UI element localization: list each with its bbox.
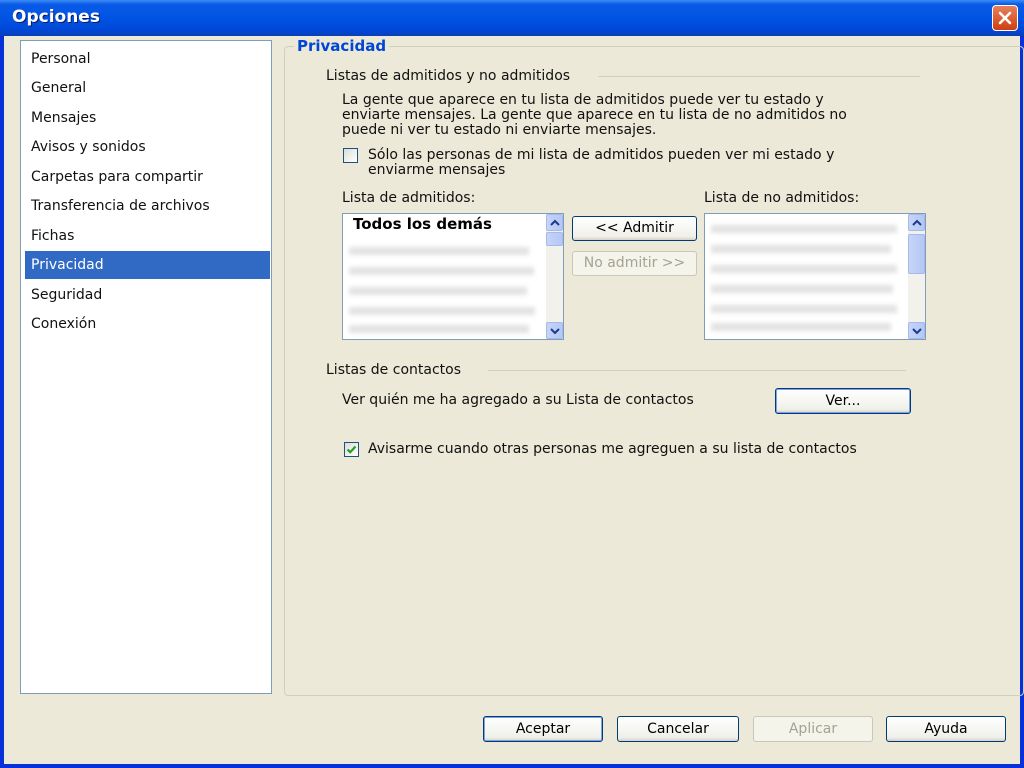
sidebar-item-transferencia[interactable]: Transferencia de archivos xyxy=(25,192,270,220)
sidebar-item-general[interactable]: General xyxy=(25,74,270,102)
allow-list-label: Lista de admitidos: xyxy=(342,190,476,206)
allow-block-group-title: Listas de admitidos y no admitidos xyxy=(326,68,571,84)
list-item[interactable] xyxy=(711,322,891,332)
sidebar-item-personal[interactable]: Personal xyxy=(25,45,270,73)
scroll-up-button[interactable] xyxy=(908,214,925,231)
sidebar-item-fichas[interactable]: Fichas xyxy=(25,222,270,250)
sidebar-item-conexion[interactable]: Conexión xyxy=(25,310,270,338)
only-allowed-label-2: enviarme mensajes xyxy=(368,162,506,178)
close-button[interactable] xyxy=(992,5,1018,31)
list-item[interactable] xyxy=(711,224,897,234)
view-added-text: Ver quién me ha agregado a su Lista de c… xyxy=(342,392,694,408)
apply-button[interactable]: Aplicar xyxy=(753,716,873,742)
chevron-up-icon xyxy=(550,219,560,226)
group-divider xyxy=(598,76,920,77)
notify-checkbox[interactable] xyxy=(344,442,359,457)
group-divider xyxy=(488,370,906,371)
close-icon xyxy=(998,11,1012,25)
scroll-down-button[interactable] xyxy=(908,322,925,339)
panel-title: Privacidad xyxy=(294,37,390,55)
chevron-down-icon xyxy=(912,328,922,335)
help-button[interactable]: Ayuda xyxy=(886,716,1006,742)
list-item[interactable] xyxy=(349,286,527,296)
allow-list-scrollbar[interactable] xyxy=(546,214,563,339)
list-item[interactable] xyxy=(349,324,529,334)
scroll-thumb[interactable] xyxy=(546,232,563,246)
notify-label: Avisarme cuando otras personas me agregu… xyxy=(368,441,857,457)
description-line-1: La gente que aparece en tu lista de admi… xyxy=(342,92,824,108)
allow-button[interactable]: << Admitir xyxy=(572,216,697,241)
sidebar-item-privacidad[interactable]: Privacidad xyxy=(25,251,270,279)
view-button[interactable]: Ver... xyxy=(775,388,911,414)
list-item[interactable] xyxy=(711,304,897,314)
description-line-2: enviarte mensajes. La gente que aparece … xyxy=(342,107,847,123)
cancel-button[interactable]: Cancelar xyxy=(617,716,739,742)
sidebar-item-carpetas[interactable]: Carpetas para compartir xyxy=(25,163,270,191)
allow-list-item[interactable]: Todos los demás xyxy=(353,215,492,233)
description-line-3: puede ni ver tu estado ni enviarte mensa… xyxy=(342,122,657,138)
only-allowed-label-1: Sólo las personas de mi lista de admitid… xyxy=(368,147,835,163)
list-item[interactable] xyxy=(711,284,893,294)
allow-list[interactable]: Todos los demás xyxy=(342,213,564,340)
list-item[interactable] xyxy=(711,244,891,254)
list-item[interactable] xyxy=(349,306,535,316)
scroll-thumb[interactable] xyxy=(908,234,925,274)
chevron-down-icon xyxy=(550,328,560,335)
contacts-group-title: Listas de contactos xyxy=(326,362,461,378)
chevron-up-icon xyxy=(912,219,922,226)
ok-button[interactable]: Aceptar xyxy=(483,716,603,742)
scroll-up-button[interactable] xyxy=(546,214,563,231)
list-item[interactable] xyxy=(349,266,534,276)
title-bar[interactable]: Opciones xyxy=(0,0,1024,36)
block-list-label: Lista de no admitidos: xyxy=(704,190,860,206)
checkmark-icon xyxy=(346,445,357,454)
scroll-down-button[interactable] xyxy=(546,322,563,339)
category-list[interactable]: Personal General Mensajes Avisos y sonid… xyxy=(20,40,272,694)
block-button[interactable]: No admitir >> xyxy=(572,251,697,276)
sidebar-item-avisos[interactable]: Avisos y sonidos xyxy=(25,133,270,161)
block-list[interactable] xyxy=(704,213,926,340)
window-title: Opciones xyxy=(12,7,100,27)
list-item[interactable] xyxy=(711,264,897,274)
block-list-scrollbar[interactable] xyxy=(908,214,925,339)
list-item[interactable] xyxy=(349,246,529,256)
sidebar-item-mensajes[interactable]: Mensajes xyxy=(25,104,270,132)
only-allowed-checkbox[interactable] xyxy=(343,148,358,163)
sidebar-item-seguridad[interactable]: Seguridad xyxy=(25,281,270,309)
